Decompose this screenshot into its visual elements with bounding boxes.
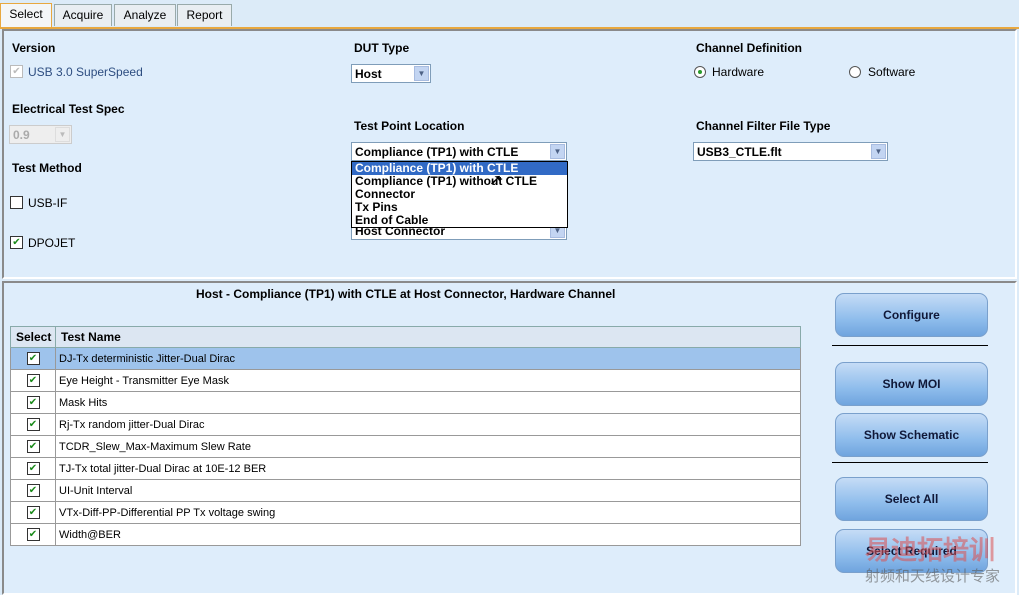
- dut-label: DUT Type: [354, 41, 410, 55]
- show-schematic-button[interactable]: Show Schematic: [835, 413, 988, 457]
- selection-summary: Host - Compliance (TP1) with CTLE at Hos…: [196, 287, 616, 301]
- test-name: Mask Hits: [55, 391, 801, 414]
- test-name: DJ-Tx deterministic Jitter-Dual Dirac: [55, 347, 801, 370]
- configure-button[interactable]: Configure: [835, 293, 988, 337]
- tpl-select[interactable]: Compliance (TP1) with CTLE ▼: [351, 142, 567, 161]
- watermark-title: 易迪拓培训: [865, 535, 996, 565]
- table-row[interactable]: ✔ Rj-Tx random jitter-Dual Dirac: [10, 413, 801, 436]
- row-select-cell: ✔: [10, 413, 56, 436]
- channel-label: Channel Definition: [696, 41, 802, 55]
- row-checkbox[interactable]: ✔: [26, 528, 40, 541]
- spec-label: Electrical Test Spec: [12, 102, 125, 116]
- version-option: USB 3.0 SuperSpeed: [28, 65, 143, 79]
- usbif-checkbox[interactable]: [10, 196, 23, 209]
- row-checkbox[interactable]: ✔: [26, 396, 40, 409]
- table-row[interactable]: ✔ DJ-Tx deterministic Jitter-Dual Dirac: [10, 347, 801, 370]
- table-row[interactable]: ✔ UI-Unit Interval: [10, 479, 801, 502]
- test-name: VTx-Diff-PP-Differential PP Tx voltage s…: [55, 501, 801, 524]
- hardware-radio[interactable]: [694, 66, 706, 78]
- spec-select: 0.9 ▼: [9, 125, 72, 144]
- test-table: Select Test Name ✔ DJ-Tx deterministic Jit…: [10, 326, 801, 546]
- method-label: Test Method: [12, 161, 82, 175]
- tpl-value: Compliance (TP1) with CTLE: [355, 145, 519, 159]
- software-radio[interactable]: [849, 66, 861, 78]
- divider: [832, 345, 988, 346]
- test-name: TJ-Tx total jitter-Dual Dirac at 10E-12 …: [55, 457, 801, 480]
- chevron-down-icon: ▼: [550, 144, 565, 159]
- tab-analyze[interactable]: Analyze: [114, 4, 176, 26]
- spec-value: 0.9: [13, 128, 30, 142]
- dut-select[interactable]: Host ▼: [351, 64, 431, 83]
- row-checkbox[interactable]: ✔: [26, 418, 40, 431]
- test-name: Rj-Tx random jitter-Dual Dirac: [55, 413, 801, 436]
- tab-acquire[interactable]: Acquire: [54, 4, 112, 26]
- tpl-option[interactable]: End of Cable: [352, 214, 567, 227]
- row-checkbox[interactable]: ✔: [26, 352, 40, 365]
- table-row[interactable]: ✔ VTx-Diff-PP-Differential PP Tx voltage …: [10, 501, 801, 524]
- chevron-down-icon: ▼: [871, 144, 886, 159]
- version-label: Version: [12, 41, 56, 55]
- hardware-label: Hardware: [712, 65, 765, 79]
- test-name: UI-Unit Interval: [55, 479, 801, 502]
- chevron-down-icon: ▼: [414, 66, 429, 81]
- tpl-dropdown-list: Compliance (TP1) with CTLE Compliance (T…: [351, 161, 568, 228]
- test-name: Eye Height - Transmitter Eye Mask: [55, 369, 801, 392]
- dpojet-checkbox[interactable]: ✔: [10, 236, 23, 249]
- filter-label: Channel Filter File Type: [696, 119, 831, 133]
- test-name: Width@BER: [55, 523, 801, 546]
- row-select-cell: ✔: [10, 501, 56, 524]
- row-checkbox[interactable]: ✔: [26, 506, 40, 519]
- tab-report[interactable]: Report: [177, 4, 232, 26]
- dpojet-label: DPOJET: [28, 236, 76, 250]
- table-row[interactable]: ✔ TJ-Tx total jitter-Dual Dirac at 10E-12…: [10, 457, 801, 480]
- tab-select[interactable]: Select: [0, 3, 52, 27]
- table-row[interactable]: ✔ Width@BER: [10, 523, 801, 546]
- usbif-label: USB-IF: [28, 196, 68, 210]
- mouse-cursor-icon: ➚: [489, 172, 503, 189]
- table-row[interactable]: ✔ Eye Height - Transmitter Eye Mask: [10, 369, 801, 392]
- select-all-button[interactable]: Select All: [835, 477, 988, 521]
- dut-value: Host: [355, 67, 382, 81]
- row-select-cell: ✔: [10, 391, 56, 414]
- chevron-down-icon: ▼: [55, 127, 70, 142]
- row-checkbox[interactable]: ✔: [26, 484, 40, 497]
- row-select-cell: ✔: [10, 435, 56, 458]
- table-row[interactable]: ✔ Mask Hits: [10, 391, 801, 414]
- show-moi-button[interactable]: Show MOI: [835, 362, 988, 406]
- filter-select[interactable]: USB3_CTLE.flt ▼: [693, 142, 888, 161]
- row-select-cell: ✔: [10, 457, 56, 480]
- watermark-subtitle: 射频和天线设计专家: [865, 568, 1001, 585]
- row-checkbox[interactable]: ✔: [26, 462, 40, 475]
- tpl-label: Test Point Location: [354, 119, 465, 133]
- row-select-cell: ✔: [10, 369, 56, 392]
- col-test-name: Test Name: [55, 326, 801, 348]
- version-checkbox: ✔: [10, 65, 23, 78]
- col-select: Select: [10, 326, 56, 348]
- row-select-cell: ✔: [10, 347, 56, 370]
- divider: [832, 462, 988, 463]
- row-select-cell: ✔: [10, 523, 56, 546]
- row-checkbox[interactable]: ✔: [26, 374, 40, 387]
- software-label: Software: [868, 65, 916, 79]
- test-name: TCDR_Slew_Max-Maximum Slew Rate: [55, 435, 801, 458]
- table-row[interactable]: ✔ TCDR_Slew_Max-Maximum Slew Rate: [10, 435, 801, 458]
- row-select-cell: ✔: [10, 479, 56, 502]
- filter-value: USB3_CTLE.flt: [697, 145, 782, 159]
- row-checkbox[interactable]: ✔: [26, 440, 40, 453]
